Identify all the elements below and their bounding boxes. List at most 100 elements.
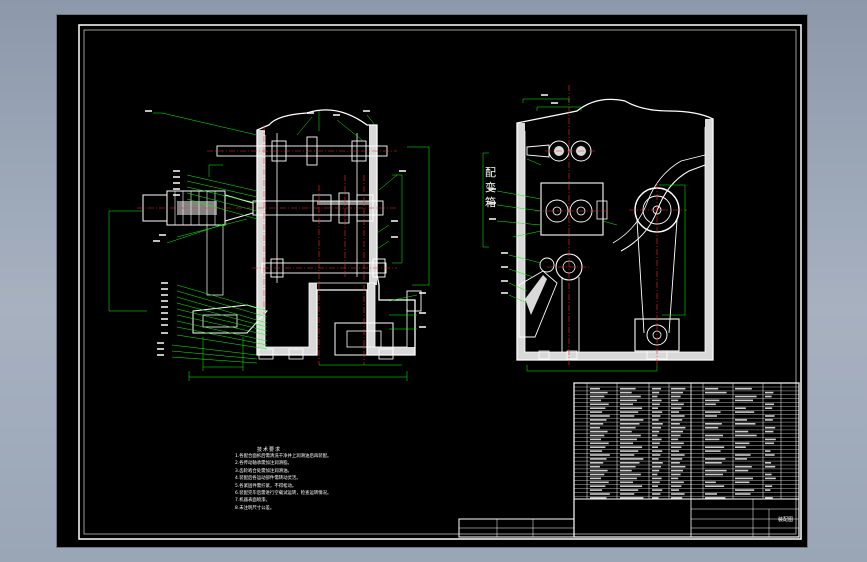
parts-row-entry	[705, 481, 716, 484]
requirement-item: 7.机器表面喷漆。	[235, 498, 270, 504]
parts-row-entry	[671, 450, 679, 452]
parts-row-entry	[620, 477, 637, 480]
parts-row-entry	[735, 442, 750, 445]
parts-row-entry	[590, 423, 604, 425]
parts-row-entry	[705, 399, 720, 402]
callout-mark	[363, 110, 370, 112]
parts-row-entry	[765, 454, 775, 456]
parts-row-entry	[765, 407, 773, 409]
parts-row-entry	[620, 497, 644, 499]
parts-row-entry	[652, 477, 662, 480]
parts-row-entry	[620, 462, 640, 464]
parts-row-entry	[765, 497, 773, 499]
parts-row-entry	[652, 403, 660, 406]
parts-row-entry	[671, 399, 679, 402]
side-view-label-char: 箱	[485, 196, 496, 209]
parts-row-entry	[620, 485, 643, 487]
parts-row-entry	[590, 450, 603, 452]
parts-row-entry	[765, 489, 771, 491]
parts-row-entry	[590, 462, 604, 464]
side-view-label: 配 变 箱	[485, 165, 497, 210]
parts-row-entry	[671, 493, 685, 495]
parts-row-entry	[620, 442, 633, 445]
parts-row-entry	[652, 465, 661, 468]
callout-mark	[551, 102, 558, 104]
technical-requirements-title: 技术要求	[257, 447, 282, 453]
parts-row-entry	[652, 473, 658, 476]
callout-mark	[399, 170, 406, 172]
parts-row-entry	[735, 481, 750, 484]
parts-row-entry	[735, 419, 747, 421]
side-view-label-char: 配	[485, 166, 496, 179]
parts-row-entry	[620, 434, 641, 437]
parts-row-entry	[620, 391, 632, 394]
parts-row-entry	[590, 485, 606, 487]
cad-viewport[interactable]: 配 变 箱 技术要求 1.各配合面拆后需清洗干净并上润滑油后再装配。 2.各传动…	[0, 0, 867, 562]
parts-row-entry	[620, 423, 640, 425]
parts-row-entry	[735, 399, 753, 402]
parts-row-entry	[705, 415, 717, 417]
callout-mark	[159, 234, 166, 236]
callout-mark	[173, 170, 180, 172]
parts-row-entry	[671, 469, 683, 472]
parts-row-entry	[590, 391, 608, 394]
callout-mark	[391, 220, 398, 222]
parts-row-entry	[735, 387, 752, 390]
callout-mark	[419, 292, 426, 294]
parts-row-entry	[590, 473, 605, 476]
parts-row-entry	[735, 407, 746, 409]
outer-frame	[78, 24, 802, 540]
parts-row-entry	[620, 454, 635, 456]
parts-row-entry	[590, 442, 609, 445]
parts-row-entry	[705, 434, 723, 437]
parts-row-entry	[671, 423, 680, 425]
parts-row-entry	[590, 465, 600, 468]
parts-row-entry	[652, 395, 658, 398]
callout-mark	[145, 110, 152, 112]
parts-row-entry	[620, 415, 635, 417]
callout-mark	[501, 280, 508, 282]
parts-row-entry	[652, 411, 663, 413]
parts-row-entry	[671, 454, 685, 456]
parts-row-entry	[671, 438, 679, 441]
parts-row-entry	[705, 446, 725, 448]
side-view-sections	[517, 119, 713, 360]
parts-row-entry	[652, 419, 659, 421]
parts-row-entry	[671, 411, 679, 413]
parts-row-entry	[671, 462, 680, 464]
callout-mark	[173, 188, 180, 190]
parts-row-entry	[620, 403, 633, 406]
parts-row-entry	[671, 415, 685, 417]
parts-row-entry	[705, 462, 722, 464]
callout-mark	[489, 218, 496, 220]
parts-row-entry	[735, 411, 755, 413]
parts-row-entry	[765, 391, 774, 394]
housing-outline	[256, 109, 416, 356]
parts-row-entry	[652, 446, 658, 448]
callout-mark	[161, 324, 168, 326]
parts-row-entry	[652, 434, 658, 437]
callout-mark	[173, 194, 180, 196]
callout-mark	[161, 312, 168, 314]
parts-row-entry	[671, 434, 681, 437]
parts-row-entry	[590, 469, 608, 472]
callout-mark	[157, 354, 164, 356]
parts-row-entry	[652, 399, 662, 402]
callout-mark	[153, 240, 160, 242]
parts-row-entry	[671, 430, 683, 433]
inner-frame	[83, 29, 797, 535]
parts-row-entry	[620, 489, 639, 491]
parts-row-entry	[620, 430, 632, 433]
parts-row-entry	[620, 419, 644, 421]
assembly-drawing	[78, 24, 802, 540]
parts-row-entry	[735, 477, 753, 480]
parts-row-entry	[735, 458, 747, 460]
drawing-title: 装配图	[778, 517, 794, 523]
parts-row-entry	[652, 430, 660, 433]
parts-row-entry	[671, 446, 682, 448]
parts-list	[458, 382, 800, 538]
parts-row-entry	[652, 462, 663, 464]
parts-row-entry	[705, 403, 716, 406]
parts-row-entry	[652, 438, 662, 441]
callout-mark	[161, 282, 168, 284]
